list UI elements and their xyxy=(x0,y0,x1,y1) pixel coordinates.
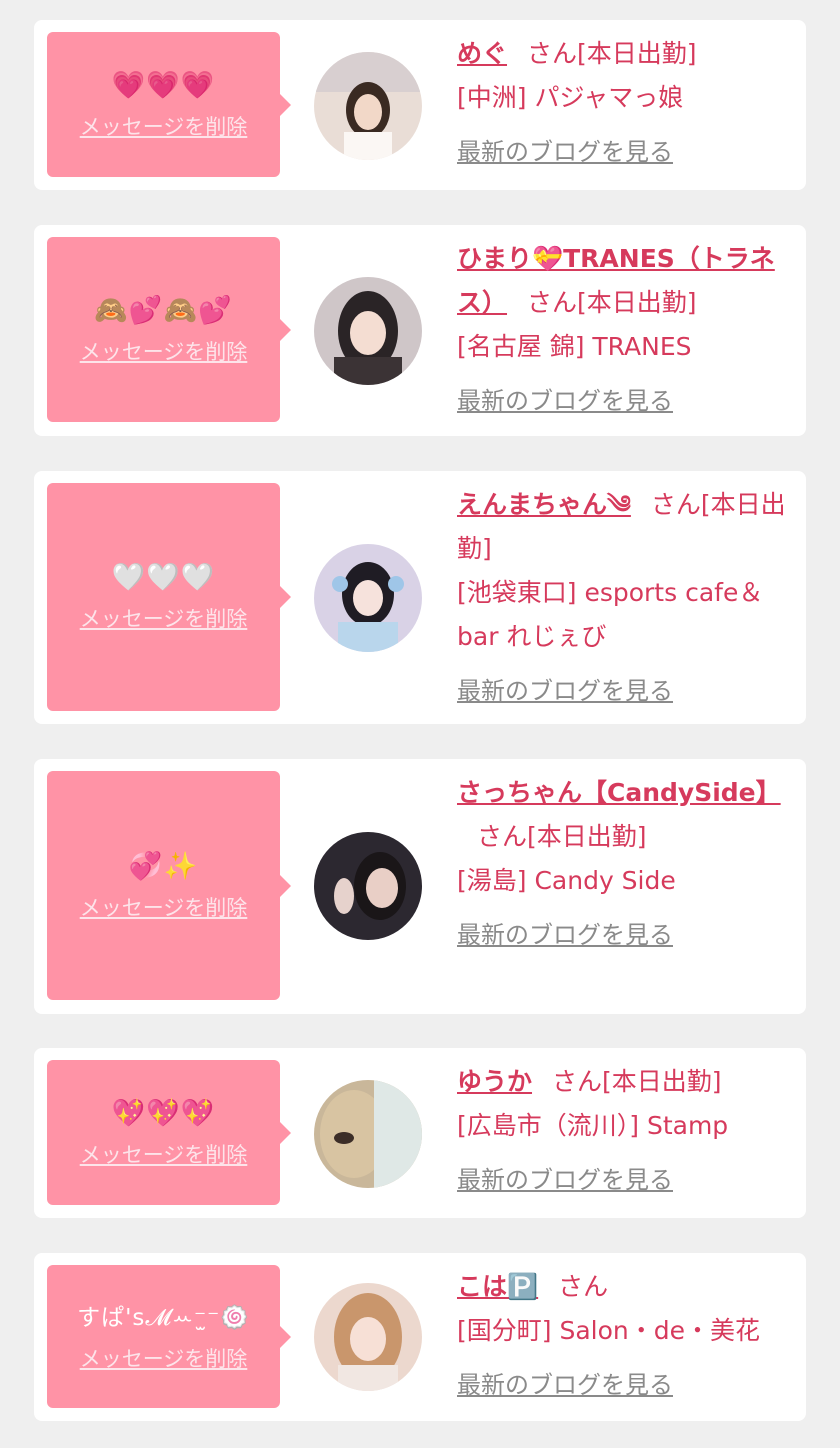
favorite-card: すぱ's𝓜ꕀ⁻̫⁻🍥 メッセージを削除 こは🅿️ さん [国分町] Salon・d… xyxy=(34,1253,806,1421)
avatar[interactable] xyxy=(314,1283,422,1391)
latest-blog-link[interactable]: 最新のブログを見る xyxy=(457,669,673,713)
cast-name-link[interactable]: こは🅿️ xyxy=(457,1272,538,1301)
cast-status: さん[本日出勤] xyxy=(552,1067,722,1096)
cast-status: さん[本日出勤] xyxy=(527,39,697,68)
card-info: こは🅿️ さん [国分町] Salon・de・美花 最新のブログを見る xyxy=(457,1265,787,1407)
cast-name-link[interactable]: えんまちゃん༄ xyxy=(457,490,631,519)
card-info: ゆうか さん[本日出勤] [広島市（流川）] Stamp 最新のブログを見る xyxy=(457,1060,787,1202)
shop-name: [国分町] Salon・de・美花 xyxy=(457,1316,760,1345)
latest-blog-link[interactable]: 最新のブログを見る xyxy=(457,130,673,174)
favorite-card: 💖💖💖 メッセージを削除 ゆうか さん[本日出勤] [広島市（流川）] Stamp… xyxy=(34,1048,806,1218)
avatar[interactable] xyxy=(314,52,422,160)
message-emojis: 💗💗💗 xyxy=(111,69,216,101)
message-emojis: 🙈💕🙈💕 xyxy=(94,294,233,326)
cast-status: さん[本日出勤] xyxy=(477,822,647,851)
card-info: ひまり💝TRANES（トラネス） さん[本日出勤] [名古屋 錦] TRANES … xyxy=(457,237,787,423)
message-emojis: すぱ's𝓜ꕀ⁻̫⁻🍥 xyxy=(77,1304,250,1331)
avatar[interactable] xyxy=(314,1080,422,1188)
shop-name: [池袋東口] esports cafe＆bar れじぇび xyxy=(457,578,764,651)
delete-message-link[interactable]: メッセージを削除 xyxy=(80,1343,248,1373)
shop-name: [広島市（流川）] Stamp xyxy=(457,1111,729,1140)
message-bubble: 🙈💕🙈💕 メッセージを削除 xyxy=(47,237,291,422)
shop-name: [中洲] パジャマっ娘 xyxy=(457,83,684,112)
cast-name-link[interactable]: めぐ xyxy=(457,39,507,68)
cast-name-link[interactable]: ゆうか xyxy=(457,1067,532,1096)
card-info: さっちゃん【CandySide】さん[本日出勤] [湯島] Candy Side… xyxy=(457,771,787,957)
avatar[interactable] xyxy=(314,277,422,385)
latest-blog-link[interactable]: 最新のブログを見る xyxy=(457,913,673,957)
message-bubble: 💞✨ メッセージを削除 xyxy=(47,771,291,1000)
latest-blog-link[interactable]: 最新のブログを見る xyxy=(457,1158,673,1202)
delete-message-link[interactable]: メッセージを削除 xyxy=(80,111,248,141)
favorite-card: 🤍🤍🤍 メッセージを削除 えんまちゃん༄ さん[本日出勤] [池袋東口] espo… xyxy=(34,471,806,724)
delete-message-link[interactable]: メッセージを削除 xyxy=(80,892,248,922)
latest-blog-link[interactable]: 最新のブログを見る xyxy=(457,1363,673,1407)
shop-name: [名古屋 錦] TRANES xyxy=(457,332,692,361)
message-emojis: 💖💖💖 xyxy=(111,1097,216,1129)
favorite-card: 🙈💕🙈💕 メッセージを削除 ひまり💝TRANES（トラネス） さん[本日出勤] [… xyxy=(34,225,806,436)
cast-status: さん xyxy=(558,1272,609,1301)
message-emojis: 🤍🤍🤍 xyxy=(111,562,216,593)
delete-message-link[interactable]: メッセージを削除 xyxy=(80,603,248,633)
favorite-card: 💞✨ メッセージを削除 さっちゃん【CandySide】さん[本日出勤] [湯島… xyxy=(34,759,806,1014)
message-bubble: 🤍🤍🤍 メッセージを削除 xyxy=(47,483,291,711)
message-bubble: 💖💖💖 メッセージを削除 xyxy=(47,1060,291,1205)
message-bubble: 💗💗💗 メッセージを削除 xyxy=(47,32,291,177)
cast-status: さん[本日出勤] xyxy=(527,288,697,317)
avatar[interactable] xyxy=(314,832,422,940)
delete-message-link[interactable]: メッセージを削除 xyxy=(80,1139,248,1169)
favorite-card: 💗💗💗 メッセージを削除 めぐ さん[本日出勤] [中洲] パジャマっ娘 最新のブ… xyxy=(34,20,806,190)
avatar[interactable] xyxy=(314,544,422,652)
delete-message-link[interactable]: メッセージを削除 xyxy=(80,336,248,366)
shop-name: [湯島] Candy Side xyxy=(457,866,676,895)
card-info: えんまちゃん༄ さん[本日出勤] [池袋東口] esports cafe＆bar … xyxy=(457,483,787,713)
cast-name-link[interactable]: さっちゃん【CandySide】 xyxy=(457,778,781,807)
latest-blog-link[interactable]: 最新のブログを見る xyxy=(457,379,673,423)
message-emojis: 💞✨ xyxy=(128,850,199,882)
card-info: めぐ さん[本日出勤] [中洲] パジャマっ娘 最新のブログを見る xyxy=(457,32,787,174)
message-bubble: すぱ's𝓜ꕀ⁻̫⁻🍥 メッセージを削除 xyxy=(47,1265,291,1408)
